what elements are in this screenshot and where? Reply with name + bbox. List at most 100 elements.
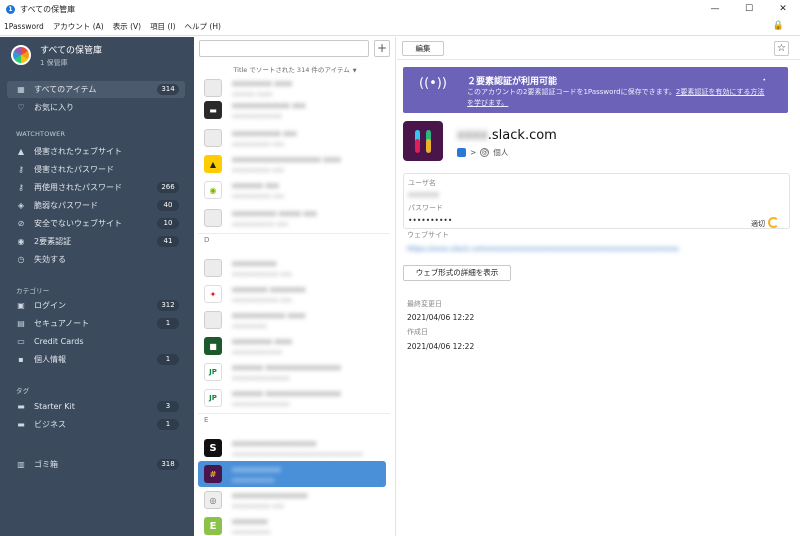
site-logo-icon: E (204, 517, 222, 535)
sidebar-item-identities[interactable]: ▪ 個人情報 1 (7, 351, 185, 368)
maximize-button[interactable]: ☐ (732, 0, 766, 18)
login-icon: ▣ (17, 301, 25, 310)
section-letter-e: E (204, 416, 209, 424)
sidebar-item-weak-passwords[interactable]: ◈ 脆弱なパスワード 40 (7, 197, 185, 214)
menu-account[interactable]: アカウント (A) (53, 21, 104, 32)
vault-switcher[interactable]: すべての保管庫 1 保管庫 (0, 37, 194, 73)
sidebar-item-favorites[interactable]: ♡ お気に入り (7, 99, 185, 116)
section-letter-d: D (204, 236, 210, 244)
list-item[interactable]: JP xxxxxxx xxxxxxxxxxxxxxxxx xxxxxxxxxxxxx… (198, 359, 386, 385)
site-logo-icon: ◎ (204, 491, 222, 509)
sidebar-item-logins[interactable]: ▣ ログイン 312 (7, 297, 185, 314)
list-item-title: xxxxxxxxxxx xxx (232, 128, 297, 138)
menu-view[interactable]: 表示 (V) (113, 21, 141, 32)
sidebar-item-trash[interactable]: ▥ ゴミ箱 318 (7, 456, 185, 473)
sidebar-item-label: ゴミ箱 (34, 460, 58, 469)
grid-icon: ▦ (17, 85, 25, 94)
lock-icon[interactable]: 🔒 (773, 21, 784, 31)
site-logo-icon: ▲ (204, 155, 222, 173)
favorite-star-icon[interactable]: ☆ (774, 41, 789, 56)
minimize-button[interactable]: — (698, 0, 732, 18)
site-logo-icon: JP (204, 389, 222, 407)
list-item[interactable]: JP xxxxxxx xxxxxxxxxxxxxxxxx xxxxxxxxxxxxx… (198, 385, 386, 411)
app-logo-icon: 1 (6, 4, 15, 14)
site-logo-icon: ■ (204, 337, 222, 355)
key-icon: ⚷ (18, 165, 24, 174)
sort-selector[interactable]: Title でソートされた 314 件のアイテム ▼ (194, 64, 395, 74)
key-icon (204, 79, 222, 97)
list-item-selected[interactable]: # xxxxxxxxxxx xxxxxxxxxxx (198, 461, 386, 487)
count-badge: 314 (157, 84, 179, 95)
list-item-title: xxxxxxxxxxxxxxxxx (232, 490, 308, 500)
sidebar-item-label: 2要素認証 (34, 237, 72, 246)
show-web-form-details-button[interactable]: ウェブ形式の詳細を表示 (403, 265, 511, 281)
list-item-title: xxxxxxxxxxxx xxxx (232, 310, 306, 320)
password-strength: 適切 (751, 217, 779, 229)
list-item[interactable]: xxxxxxxxxx xxxxxxxxxxxx xxx (198, 255, 386, 281)
sidebar-item-secure-notes[interactable]: ▤ セキュアノート 1 (7, 315, 185, 332)
sidebar-item-compromised-passwords[interactable]: ⚷ 侵害されたパスワード (7, 161, 185, 178)
site-logo-icon: ▬ (204, 101, 222, 119)
list-item[interactable]: Exxxxxxxx xxxxxxxxxx (198, 513, 386, 536)
vault-count: 1 保管庫 (40, 58, 68, 67)
sidebar-item-credit-cards[interactable]: ▭ Credit Cards (7, 333, 185, 350)
sidebar-item-compromised-sites[interactable]: ▲ 侵害されたウェブサイト (7, 143, 185, 160)
sidebar-item-label: すべてのアイテム (34, 85, 97, 94)
list-item-title: xxxxxxxxxxxxxxxxxxxx xxxx (232, 154, 341, 164)
list-item-subtitle: xxxxxxxxxxxxxxx (232, 399, 290, 408)
search-input[interactable] (199, 40, 369, 57)
add-item-button[interactable]: + (374, 40, 390, 57)
username-value[interactable]: xxxxxxx (408, 190, 439, 199)
list-item-subtitle: xxxxxxxxxxxx xxx (232, 295, 292, 304)
list-item-subtitle: xxxxxxxxxx xxx (232, 165, 285, 174)
list-item[interactable]: ▲ xxxxxxxxxxxxxxxxxxxx xxxx xxxxxxxxxx xxx (198, 151, 386, 177)
menu-1password[interactable]: 1Password (4, 22, 44, 31)
list-item-title: xxxxxxxxxx (232, 258, 277, 268)
banner-body: このアカウントの2要素認証コードを1Passwordに保存できます。2要素認証を… (467, 87, 767, 109)
list-item[interactable]: ◉ xxxxxxx xxx xxxxxxxxxx xxx (198, 177, 386, 203)
list-item[interactable]: ◎ xxxxxxxxxxxxxxxxx xxxxxxxxxx xxx (198, 487, 386, 513)
menu-help[interactable]: ヘルプ (H) (185, 21, 221, 32)
edit-button[interactable]: 編集 (402, 41, 444, 56)
created-value: 2021/04/06 12:22 (407, 342, 475, 351)
sidebar-item-expiring[interactable]: ◷ 失効する (7, 251, 185, 268)
list-item[interactable]: xxxxxxxxxxx xxx xxxxxxxxxx xxx (198, 125, 386, 151)
sidebar-item-label: ビジネス (34, 420, 66, 429)
count-badge: 1 (157, 354, 179, 365)
close-button[interactable]: ✕ (766, 0, 800, 18)
banner-menu-icon[interactable]: • (762, 77, 766, 84)
list-item-subtitle: xxxxxxxxxx xxx (232, 501, 285, 510)
list-item[interactable]: ▬ xxxxxxxxxxxxx xxx xxxxxxxxxxxxx (198, 97, 386, 123)
sidebar-item-tag-starter-kit[interactable]: ▬ Starter Kit 3 (7, 398, 185, 415)
sidebar-item-tag-business[interactable]: ▬ ビジネス 1 (7, 416, 185, 433)
list-item-subtitle: xxxxxxxxx (232, 321, 267, 330)
sidebar-item-two-factor[interactable]: ◉ 2要素認証 41 (7, 233, 185, 250)
item-title: xxxx.slack.com (457, 128, 557, 143)
key-icon: ⚷ (18, 183, 24, 192)
sidebar-item-all-items[interactable]: ▦ すべてのアイテム 314 (7, 81, 185, 98)
sidebar-item-unsecure-sites[interactable]: ⊘ 安全でないウェブサイト 10 (7, 215, 185, 232)
list-item[interactable]: Sxxxxxxxxxxxxxxxxxxx xxxxxxxxxxxxxxxxxxxx… (198, 435, 386, 461)
site-logo-icon: ◉ (204, 181, 222, 199)
personal-vault-icon: @ (480, 148, 490, 157)
list-item[interactable]: xxxxxxxxxx xxxxx xxx xxxxxxxxxxx xxx (198, 205, 386, 231)
breadcrumb[interactable]: > @ 個人 (457, 147, 508, 158)
window-title: すべての保管庫 (20, 4, 76, 14)
heart-icon: ♡ (17, 103, 25, 112)
list-item[interactable]: ■ xxxxxxxxx xxxx xxxxxxxxxxxxx (198, 333, 386, 359)
broadcast-icon: ◉ (17, 237, 25, 246)
item-detail-pane: 編集 ☆ ((•)) ２要素認証が利用可能 このアカウントの2要素認証コードを1… (397, 37, 800, 536)
password-value[interactable]: •••••••••• (408, 216, 452, 225)
list-item[interactable]: ✦ xxxxxxxx xxxxxxxx xxxxxxxxxxxx xxx (198, 281, 386, 307)
website-link[interactable]: https://xxxx.slack.com/xxxxxxxxxxxxxxxxx… (407, 245, 777, 253)
site-logo-icon: ✦ (204, 285, 222, 303)
list-item-subtitle: xxxxxxxxxxxx xxx (232, 269, 292, 278)
sidebar-item-label: Credit Cards (34, 337, 84, 346)
list-item-title: xxxxxxx xxxxxxxxxxxxxxxxx (232, 362, 341, 372)
count-badge: 318 (157, 459, 179, 470)
sidebar-item-reused-passwords[interactable]: ⚷ 再使用されたパスワード 266 (7, 179, 185, 196)
menu-item[interactable]: 項目 (I) (150, 21, 175, 32)
unlock-icon: ⊘ (17, 219, 25, 228)
list-item[interactable]: xxxxxxxxxxxx xxxx xxxxxxxxx (198, 307, 386, 333)
site-logo-icon: JP (204, 363, 222, 381)
